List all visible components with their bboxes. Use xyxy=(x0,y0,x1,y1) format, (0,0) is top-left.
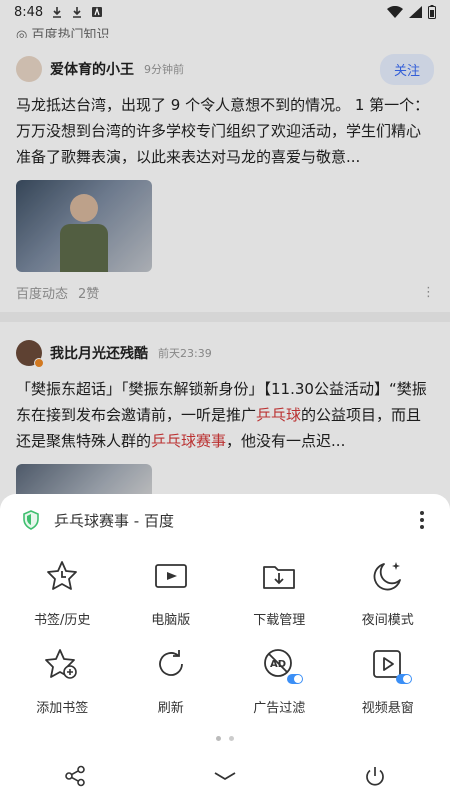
shield-icon xyxy=(23,510,39,530)
share-button[interactable] xyxy=(59,760,91,792)
menu-item-label: 刷新 xyxy=(157,701,184,716)
download-notification-icon xyxy=(73,7,82,18)
enabled-toggle-icon xyxy=(395,674,412,684)
collapse-button[interactable] xyxy=(209,760,241,792)
battery-icon xyxy=(428,5,436,19)
menu-item-bookmarks-history[interactable]: 书签/历史 xyxy=(8,546,117,634)
menu-grid: 书签/历史 电脑版 下载管理 夜间模式 添加书签 刷新 AD 广告过滤 视频悬窗 xyxy=(0,546,450,722)
svg-text:AD: AD xyxy=(270,659,286,670)
video-float-icon xyxy=(370,646,412,684)
menu-item-label: 广告过滤 xyxy=(253,701,306,716)
ad-block-icon: AD xyxy=(261,646,304,684)
download-manager-icon xyxy=(263,566,296,589)
refresh-icon xyxy=(158,650,183,676)
page-indicator xyxy=(0,736,450,741)
menu-item-add-bookmark[interactable]: 添加书签 xyxy=(8,634,117,722)
menu-item-label: 书签/历史 xyxy=(34,613,91,628)
chevron-down-icon xyxy=(214,772,236,781)
add-bookmark-icon xyxy=(45,649,78,679)
power-icon xyxy=(366,767,384,786)
night-mode-icon xyxy=(373,562,401,591)
browser-menu-sheet: 乒乓球赛事 - 百度 书签/历史 电脑版 下载管理 夜间模式 添加书签 刷新 A… xyxy=(0,494,450,800)
enabled-toggle-icon xyxy=(287,674,304,684)
menu-item-label: 下载管理 xyxy=(253,613,306,628)
exit-button[interactable] xyxy=(359,760,391,792)
share-icon xyxy=(65,765,85,787)
menu-item-night-mode[interactable]: 夜间模式 xyxy=(334,546,443,634)
menu-item-label: 夜间模式 xyxy=(361,613,414,628)
menu-item-refresh[interactable]: 刷新 xyxy=(117,634,226,722)
signal-icon xyxy=(409,6,422,18)
more-options-icon[interactable] xyxy=(416,511,428,529)
sheet-header: 乒乓球赛事 - 百度 xyxy=(0,494,450,546)
status-bar: 8:48 xyxy=(0,0,450,24)
menu-item-ad-block[interactable]: AD 广告过滤 xyxy=(225,634,334,722)
download-notification-icon xyxy=(53,7,62,18)
bookmark-history-icon xyxy=(47,561,78,590)
app-notification-icon xyxy=(92,7,103,17)
page-title: 乒乓球赛事 - 百度 xyxy=(54,511,174,530)
menu-item-label: 视频悬窗 xyxy=(361,701,414,716)
menu-item-download-manager[interactable]: 下载管理 xyxy=(225,546,334,634)
sheet-bottom-bar xyxy=(0,760,450,792)
menu-item-desktop-version[interactable]: 电脑版 xyxy=(117,546,226,634)
desktop-version-icon xyxy=(154,564,187,588)
status-time: 8:48 xyxy=(14,4,44,20)
wifi-icon xyxy=(387,6,403,18)
menu-item-label: 电脑版 xyxy=(151,613,191,628)
menu-item-video-float[interactable]: 视频悬窗 xyxy=(334,634,443,722)
menu-item-label: 添加书签 xyxy=(36,701,89,716)
